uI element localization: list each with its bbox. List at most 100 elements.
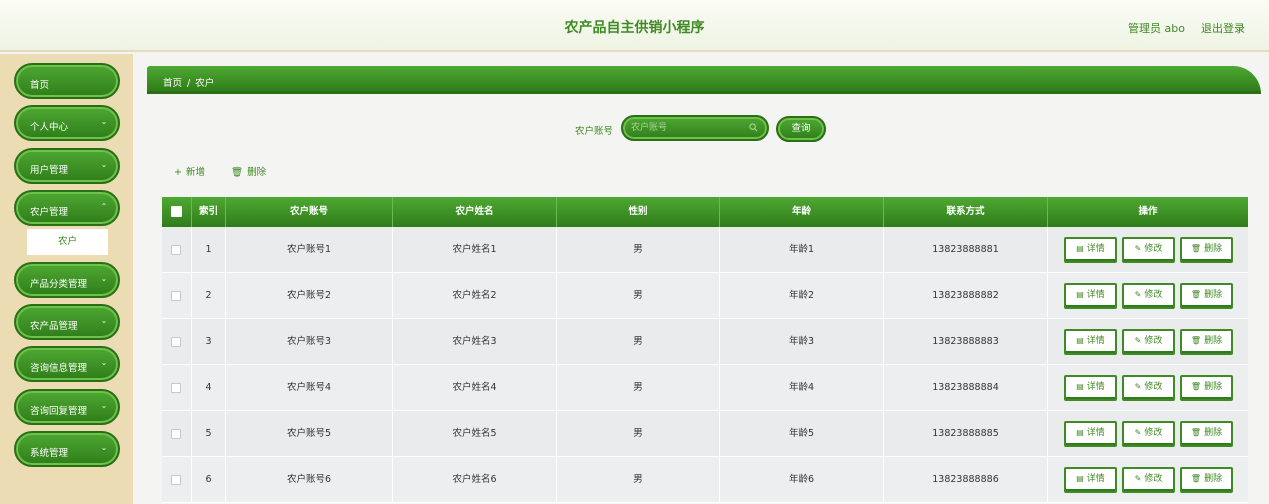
breadcrumb-home[interactable]: 首页 bbox=[163, 78, 182, 89]
chevron-down-icon: ⌄ bbox=[100, 401, 108, 410]
edit-icon: ✎ bbox=[1134, 428, 1142, 437]
edit-icon: ✎ bbox=[1134, 290, 1142, 299]
chevron-up-icon: ⌃ bbox=[100, 202, 108, 211]
add-button[interactable]: + 新增 bbox=[174, 164, 205, 178]
top-header: 农产品自主供销小程序 管理员 abo 退出登录 bbox=[0, 0, 1269, 52]
cell-name: 农户姓名3 bbox=[393, 319, 557, 365]
row-checkbox[interactable] bbox=[171, 245, 181, 255]
row-checkbox[interactable] bbox=[171, 429, 181, 439]
sidebar-item-home[interactable]: 首页 bbox=[14, 63, 120, 99]
detail-button[interactable]: ▤ 详情 bbox=[1064, 375, 1117, 401]
cell-index: 5 bbox=[192, 411, 226, 457]
table-row: 6 农户账号6 农户姓名6 男年龄6 13823888886 ▤ 详情 ✎ 修改 🗑︎ 删除 bbox=[162, 457, 1248, 503]
detail-button[interactable]: ▤ 详情 bbox=[1064, 329, 1117, 355]
cell-age: 年龄5 bbox=[720, 411, 884, 457]
edit-button-label: 修改 bbox=[1144, 474, 1163, 484]
edit-icon: ✎ bbox=[1134, 382, 1142, 391]
delete-button-label: 删除 bbox=[1204, 244, 1223, 254]
cell-index: 1 bbox=[192, 227, 226, 273]
breadcrumb-current: 农户 bbox=[195, 78, 215, 89]
chevron-down-icon: ⌄ bbox=[100, 117, 108, 126]
detail-button-label: 详情 bbox=[1086, 290, 1105, 300]
header-actions: 操作 bbox=[1138, 206, 1158, 217]
header-phone: 联系方式 bbox=[884, 197, 1048, 227]
edit-button[interactable]: ✎ 修改 bbox=[1122, 283, 1175, 309]
cell-name: 农户姓名1 bbox=[393, 227, 557, 273]
sidebar-item-personal-center[interactable]: 个人中心 ⌄ bbox=[14, 105, 120, 141]
delete-button[interactable]: 🗑︎ 删除 bbox=[1180, 237, 1233, 263]
edit-button[interactable]: ✎ 修改 bbox=[1122, 421, 1175, 447]
detail-button[interactable]: ▤ 详情 bbox=[1064, 467, 1117, 493]
delete-button[interactable]: 🗑︎ 删除 bbox=[1180, 467, 1233, 493]
sidebar-item-farmer-management[interactable]: 农户管理 ⌃ bbox=[14, 190, 120, 226]
delete-button[interactable]: 🗑︎ 删除 bbox=[1180, 329, 1233, 355]
cell-age: 年龄3 bbox=[720, 319, 884, 365]
sidebar-item-label: 用户管理 bbox=[30, 165, 69, 176]
detail-button-label: 详情 bbox=[1086, 428, 1105, 438]
detail-button[interactable]: ▤ 详情 bbox=[1064, 283, 1117, 309]
sidebar-item-label: 农户管理 bbox=[30, 207, 69, 218]
delete-button-label: 删除 bbox=[1204, 290, 1223, 300]
query-button[interactable]: 查询 bbox=[776, 116, 826, 142]
edit-button[interactable]: ✎ 修改 bbox=[1122, 375, 1175, 401]
cell-account: 农户账号3 bbox=[226, 319, 393, 365]
cell-account: 农户账号2 bbox=[226, 273, 393, 319]
logout-link[interactable]: 退出登录 bbox=[1201, 20, 1245, 36]
table-row: 5 农户账号5 农户姓名5 男年龄5 13823888885 ▤ 详情 ✎ 修改 🗑︎ 删除 bbox=[162, 411, 1248, 457]
breadcrumb-separator: / bbox=[187, 78, 191, 89]
plus-icon: + bbox=[174, 167, 182, 178]
row-checkbox[interactable] bbox=[171, 475, 181, 485]
app-title: 农产品自主供销小程序 bbox=[564, 20, 705, 36]
detail-button[interactable]: ▤ 详情 bbox=[1064, 237, 1117, 263]
header-account: 农户账号 bbox=[226, 197, 393, 227]
edit-button[interactable]: ✎ 修改 bbox=[1122, 237, 1175, 263]
sidebar-item-inquiry-management[interactable]: 咨询信息管理 ⌄ bbox=[14, 346, 120, 382]
cell-gender: 男 bbox=[557, 227, 720, 273]
table-row: 4 农户账号4 农户姓名4 男年龄4 13823888884 ▤ 详情 ✎ 修改 🗑︎ 删除 bbox=[162, 365, 1248, 411]
edit-button-label: 修改 bbox=[1144, 290, 1163, 300]
edit-button[interactable]: ✎ 修改 bbox=[1122, 329, 1175, 355]
cell-select bbox=[162, 457, 192, 503]
cell-select bbox=[162, 227, 192, 273]
chevron-down-icon: ⌄ bbox=[100, 316, 108, 325]
batch-delete-button[interactable]: 🗑︎ 删除 bbox=[231, 164, 266, 178]
delete-button[interactable]: 🗑︎ 删除 bbox=[1180, 421, 1233, 447]
delete-button[interactable]: 🗑︎ 删除 bbox=[1180, 375, 1233, 401]
row-checkbox[interactable] bbox=[171, 383, 181, 393]
sidebar-item-product-management[interactable]: 农产品管理 ⌄ bbox=[14, 304, 120, 340]
detail-button[interactable]: ▤ 详情 bbox=[1064, 421, 1117, 447]
document-icon: ▤ bbox=[1076, 428, 1084, 437]
search-field[interactable] bbox=[621, 115, 769, 141]
document-icon: ▤ bbox=[1076, 336, 1084, 345]
search-input[interactable] bbox=[631, 120, 749, 136]
table-row: 2 农户账号2 农户姓名2 男年龄2 13823888882 ▤ 详情 ✎ 修改 🗑︎ 删除 bbox=[162, 273, 1248, 319]
sidebar: 首页 个人中心 ⌄ 用户管理 ⌄ 农户管理 ⌃ 农户 产品分类管理 ⌄ 农产品管… bbox=[0, 54, 133, 504]
cell-age: 年龄2 bbox=[720, 273, 884, 319]
breadcrumb-bar: 首页 / 农户 bbox=[147, 66, 1261, 94]
cell-index: 2 bbox=[192, 273, 226, 319]
cell-actions: ▤ 详情 ✎ 修改 🗑︎ 删除 bbox=[1048, 227, 1248, 273]
document-icon: ▤ bbox=[1076, 474, 1084, 483]
detail-button-label: 详情 bbox=[1086, 336, 1105, 346]
sidebar-item-category-management[interactable]: 产品分类管理 ⌄ bbox=[14, 262, 120, 298]
sidebar-item-reply-management[interactable]: 咨询回复管理 ⌄ bbox=[14, 389, 120, 425]
cell-phone: 13823888883 bbox=[884, 319, 1048, 365]
cell-actions: ▤ 详情 ✎ 修改 🗑︎ 删除 bbox=[1048, 457, 1248, 503]
row-checkbox[interactable] bbox=[171, 337, 181, 347]
sidebar-item-label: 咨询回复管理 bbox=[30, 406, 88, 417]
trash-icon: 🗑︎ bbox=[1190, 428, 1202, 437]
chevron-down-icon: ⌄ bbox=[100, 358, 108, 367]
delete-button[interactable]: 🗑︎ 删除 bbox=[1180, 283, 1233, 309]
trash-icon: 🗑︎ bbox=[1190, 382, 1202, 391]
sidebar-subitem-farmer[interactable]: 农户 bbox=[27, 229, 108, 255]
cell-account: 农户账号1 bbox=[226, 227, 393, 273]
sidebar-item-label: 农产品管理 bbox=[30, 321, 78, 332]
delete-button-label: 删除 bbox=[1204, 428, 1223, 438]
edit-button[interactable]: ✎ 修改 bbox=[1122, 467, 1175, 493]
select-all-checkbox[interactable] bbox=[171, 206, 182, 217]
document-icon: ▤ bbox=[1076, 290, 1084, 299]
cell-age: 年龄6 bbox=[720, 457, 884, 503]
sidebar-item-user-management[interactable]: 用户管理 ⌄ bbox=[14, 148, 120, 184]
row-checkbox[interactable] bbox=[171, 291, 181, 301]
sidebar-item-system-management[interactable]: 系统管理 ⌄ bbox=[14, 431, 120, 467]
